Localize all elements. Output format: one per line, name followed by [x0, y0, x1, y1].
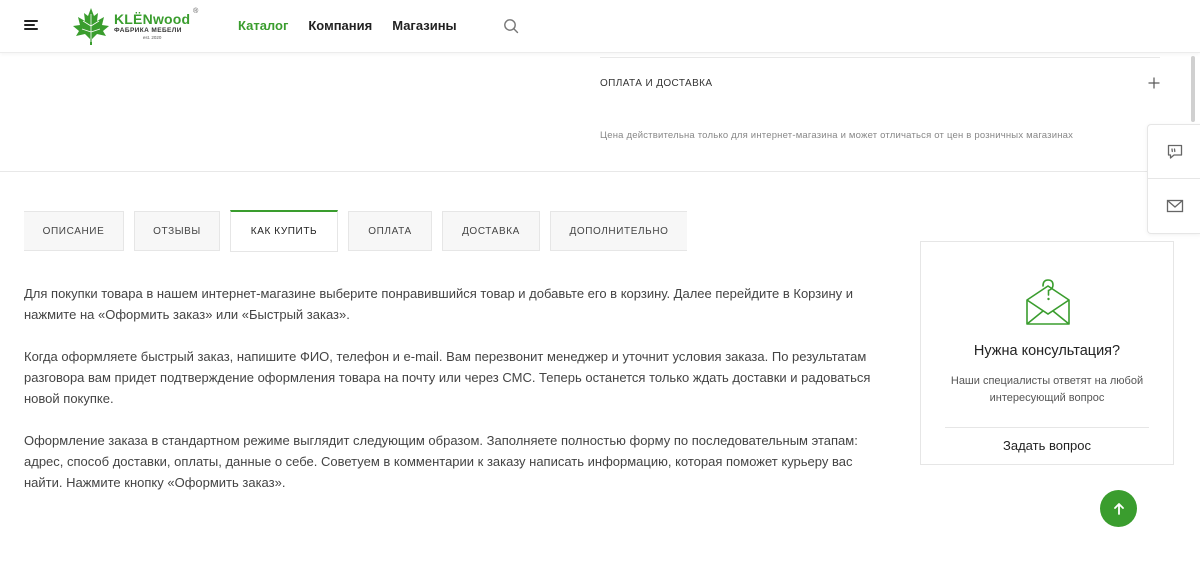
price-note: Цена действительна только для интернет-м…: [600, 130, 1074, 141]
scroll-top-button[interactable]: [1100, 490, 1137, 527]
divider: [945, 427, 1149, 428]
tab-additional[interactable]: ДОПОЛНИТЕЛЬНО: [550, 211, 687, 251]
product-tabs: ОПИСАНИЕ ОТЗЫВЫ КАК КУПИТЬ ОПЛАТА ДОСТАВ…: [24, 210, 697, 252]
content-paragraph: Оформление заказа в стандартном режиме в…: [24, 433, 858, 490]
accordion-label: ОПЛАТА И ДОСТАВКА: [600, 77, 713, 89]
tab-description[interactable]: ОПИСАНИЕ: [24, 211, 124, 251]
content-paragraph: Когда оформляете быстрый заказ, напишите…: [24, 349, 871, 406]
nav-item-company[interactable]: Компания: [308, 18, 372, 33]
search-icon[interactable]: [503, 18, 519, 34]
header: KLЁNwood ФАБРИКА МЕБЕЛИ est. 2020 ® Ката…: [0, 0, 1200, 53]
menu-icon[interactable]: [24, 20, 38, 32]
divider: [600, 57, 1160, 58]
nav-item-catalog[interactable]: Каталог: [238, 18, 288, 33]
accordion-payment-delivery[interactable]: ОПЛАТА И ДОСТАВКА: [600, 60, 1160, 106]
nav-item-stores[interactable]: Магазины: [392, 18, 456, 33]
chat-icon: [1167, 144, 1182, 159]
side-widgets: [1147, 124, 1200, 234]
logo-registered: ®: [193, 7, 199, 15]
tab-reviews[interactable]: ОТЗЫВЫ: [134, 211, 220, 251]
email-button[interactable]: [1148, 178, 1200, 232]
plus-icon[interactable]: [1148, 77, 1160, 89]
consult-text: Наши специалисты ответят на любой интере…: [950, 375, 1144, 404]
tab-delivery[interactable]: ДОСТАВКА: [442, 211, 540, 251]
main-nav: Каталог Компания Магазины: [238, 18, 477, 33]
tab-how-to-buy[interactable]: КАК КУПИТЬ: [230, 210, 338, 252]
envelope-icon: [1166, 199, 1183, 212]
chat-button[interactable]: [1148, 125, 1200, 178]
maple-leaf-icon: [73, 8, 109, 45]
logo-text: KLЁNwood ФАБРИКА МЕБЕЛИ est. 2020 ®: [114, 8, 198, 41]
consult-title: Нужна консультация?: [973, 343, 1121, 359]
logo-subtitle: ФАБРИКА МЕБЕЛИ: [114, 26, 182, 34]
tab-payment[interactable]: ОПЛАТА: [348, 211, 432, 251]
arrow-up-icon: [1113, 502, 1124, 515]
section-divider: [0, 171, 1200, 172]
logo-brand: KLЁNwood: [114, 10, 191, 27]
envelope-question-icon: [1026, 279, 1070, 325]
tab-content: Для покупки товара в нашем интернет-мага…: [24, 283, 874, 514]
content-paragraph: Для покупки товара в нашем интернет-мага…: [24, 286, 854, 322]
logo[interactable]: KLЁNwood ФАБРИКА МЕБЕЛИ est. 2020 ®: [70, 6, 198, 46]
logo-est: est. 2020: [142, 35, 162, 40]
ask-question-button[interactable]: Задать вопрос: [921, 438, 1173, 453]
consultation-card: Нужна консультация? Наши специалисты отв…: [920, 241, 1174, 465]
